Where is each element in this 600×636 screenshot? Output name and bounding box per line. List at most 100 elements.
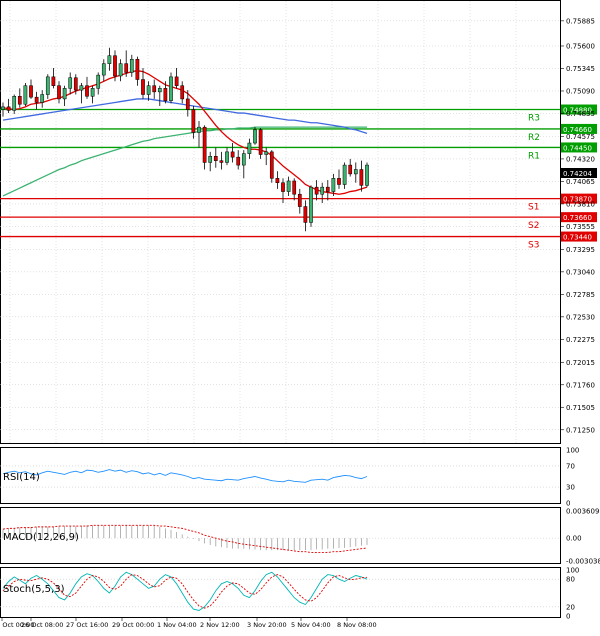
candle-body-up (45, 76, 50, 95)
candle-body-down (297, 193, 302, 207)
stoch-label: Stoch(5,5,3) (3, 584, 65, 595)
candle[interactable] (169, 72, 173, 104)
level-price-label: 0.73440 (563, 234, 592, 242)
candle-body-down (180, 85, 185, 100)
candle-body-up (225, 151, 229, 163)
rsi-tick-label: 100 (566, 447, 579, 455)
level-name-r2: R2 (528, 133, 540, 143)
candle-body-up (68, 77, 73, 89)
candle-body-up (96, 74, 101, 89)
candle-body-down (292, 180, 297, 195)
candle[interactable] (253, 127, 257, 145)
x-tick-label: 8 Nov 08:00 (337, 621, 377, 629)
candle-body-up (320, 186, 325, 195)
y-tick-label: 0.75600 (566, 42, 595, 50)
x-tick-label: 1 Nov 04:00 (157, 621, 197, 629)
candle-body-down (236, 156, 241, 166)
stoch-tick-label: 20 (566, 603, 575, 611)
candle-body-up (23, 85, 28, 105)
candle-body-down (34, 96, 39, 103)
candle-body-down (191, 109, 196, 133)
y-tick-label: 0.75885 (566, 17, 595, 25)
candle-body-down (202, 126, 207, 163)
candle[interactable] (23, 83, 28, 106)
level-name-r1: R1 (528, 151, 540, 161)
macd-label: MACD(12,26,9) (3, 532, 79, 543)
candle-body-down (230, 151, 235, 158)
macd-pane: 0.003609 0.00 -0.003038 MACD(12,26,9) (0, 507, 600, 566)
rsi-pane: 100 70 30 0 RSI(14) (0, 447, 579, 508)
candle-body-down (219, 160, 224, 163)
candle-body-down (85, 85, 89, 97)
stoch-tick-label: 0 (566, 613, 570, 621)
candle[interactable] (365, 162, 369, 188)
macd-plot-frame (0, 507, 561, 564)
time-axis: 23 Oct 00:0026 Oct 08:0027 Oct 16:0029 O… (0, 618, 377, 629)
x-tick-label: 29 Oct 00:00 (112, 621, 154, 629)
candle-body-down (174, 76, 179, 86)
x-tick-label: 2 Nov 12:00 (200, 621, 240, 629)
candle-body-down (163, 88, 168, 101)
stoch-tick-label: 80 (566, 576, 575, 584)
level-name-r3: R3 (528, 114, 540, 124)
stoch-tick-label: 100 (566, 567, 579, 575)
y-tick-label: 0.72785 (566, 291, 595, 299)
candle-body-down (185, 98, 190, 110)
candle-body-up (90, 88, 95, 97)
candle-body-down (73, 77, 78, 91)
y-tick-label: 0.73040 (566, 268, 595, 276)
candle-body-up (241, 153, 246, 166)
candle-body-down (314, 186, 319, 195)
candle-body-down (359, 169, 364, 186)
y-tick-label: 0.74320 (566, 155, 595, 163)
x-tick-label: 26 Oct 08:00 (21, 621, 63, 629)
y-tick-label: 0.71250 (566, 426, 595, 434)
candle-body-up (309, 186, 313, 223)
candle-body-down (57, 85, 61, 100)
x-tick-label: 3 Nov 20:00 (247, 621, 287, 629)
y-tick-label: 0.73555 (566, 223, 595, 231)
candle-body-up (342, 164, 347, 185)
candle-body-down (275, 178, 280, 183)
candle-body-down (269, 151, 274, 179)
candle[interactable] (309, 185, 313, 227)
candle[interactable] (269, 150, 274, 183)
y-tick-label: 0.72275 (566, 336, 595, 344)
current-price-label: 0.74204 (563, 170, 592, 178)
y-tick-label: 0.75345 (566, 65, 595, 73)
y-tick-label: 0.74835 (566, 110, 595, 118)
candle-body-down (29, 85, 33, 98)
candle-body-down (113, 55, 117, 77)
candle-body-up (1, 106, 5, 110)
rsi-tick-label: 30 (566, 484, 575, 492)
candle-body-down (337, 178, 341, 185)
candle-body-up (40, 94, 45, 103)
candle-body-down (258, 129, 263, 155)
y-tick-label: 0.71505 (566, 404, 595, 412)
level-price-label: 0.73660 (563, 214, 592, 222)
price-axis: 0.75885 0.75600 0.75345 0.75090 0.74835 0.745… (560, 17, 595, 434)
candle-body-up (365, 164, 369, 186)
candle-body-down (135, 58, 140, 80)
macd-tick-label: -0.003038 (566, 558, 600, 566)
candle-body-down (51, 76, 56, 86)
candle-body-down (281, 182, 285, 192)
candle-body-up (157, 88, 162, 93)
x-tick-label: 27 Oct 16:00 (66, 621, 108, 629)
y-tick-label: 0.74065 (566, 178, 595, 186)
candle-body-down (17, 96, 22, 105)
candle-body-up (129, 58, 134, 73)
level-name-s2: S2 (528, 221, 539, 231)
candle-body-down (141, 79, 145, 95)
candle-body-up (208, 156, 213, 163)
candle-body-down (152, 85, 157, 93)
rsi-tick-label: 70 (566, 462, 575, 470)
current-price-marker: 0.74204 (561, 168, 597, 178)
candle-body-up (353, 169, 358, 175)
stoch-pane: 10080 20 0 Stoch(5,5,3) (0, 567, 579, 621)
forex-chart: R30.74880R20.74660R10.74450S10.73870S20.… (0, 0, 600, 629)
candle-body-down (213, 156, 218, 161)
candle[interactable] (258, 128, 263, 159)
y-tick-label: 0.75090 (566, 87, 595, 95)
y-tick-label: 0.73810 (566, 200, 595, 208)
